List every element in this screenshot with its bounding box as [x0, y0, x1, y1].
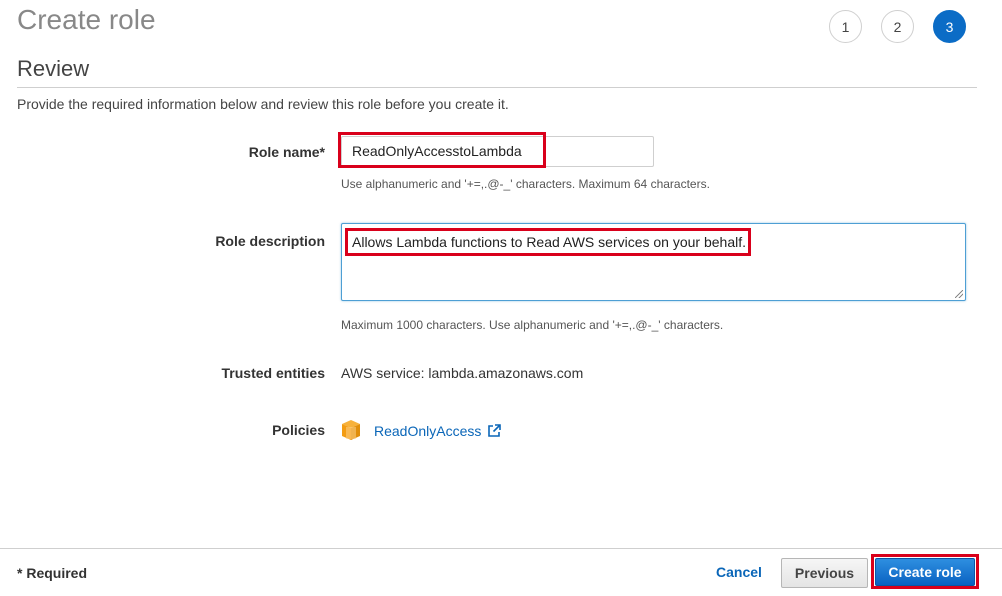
previous-button[interactable]: Previous	[781, 558, 868, 588]
policies-label: Policies	[272, 422, 325, 438]
role-name-hint: Use alphanumeric and '+=,.@-_' character…	[341, 177, 710, 191]
policy-link-readonlyaccess[interactable]: ReadOnlyAccess	[374, 423, 481, 439]
cancel-button[interactable]: Cancel	[706, 558, 772, 586]
page-title: Create role	[17, 4, 156, 35]
create-role-highlight	[871, 554, 979, 589]
resize-handle[interactable]	[955, 290, 963, 298]
step-2-indicator[interactable]: 2	[881, 10, 914, 43]
section-divider	[17, 87, 977, 88]
step-1-indicator[interactable]: 1	[829, 10, 862, 43]
section-title: Review	[17, 56, 90, 81]
trusted-entities-value: AWS service: lambda.amazonaws.com	[341, 365, 584, 381]
trusted-entities-label: Trusted entities	[221, 365, 325, 381]
role-description-highlight	[345, 228, 751, 256]
intro-text: Provide the required information below a…	[17, 96, 509, 112]
role-description-label: Role description	[215, 233, 325, 249]
footer-divider	[0, 548, 1002, 549]
aws-policy-cube-icon	[342, 420, 360, 440]
required-note: * Required	[17, 565, 88, 581]
external-link-icon[interactable]	[487, 424, 501, 438]
role-name-label: Role name*	[248, 144, 325, 160]
step-3-indicator[interactable]: 3	[933, 10, 966, 43]
role-description-hint: Maximum 1000 characters. Use alphanumeri…	[341, 318, 724, 332]
role-name-highlight	[338, 132, 546, 168]
